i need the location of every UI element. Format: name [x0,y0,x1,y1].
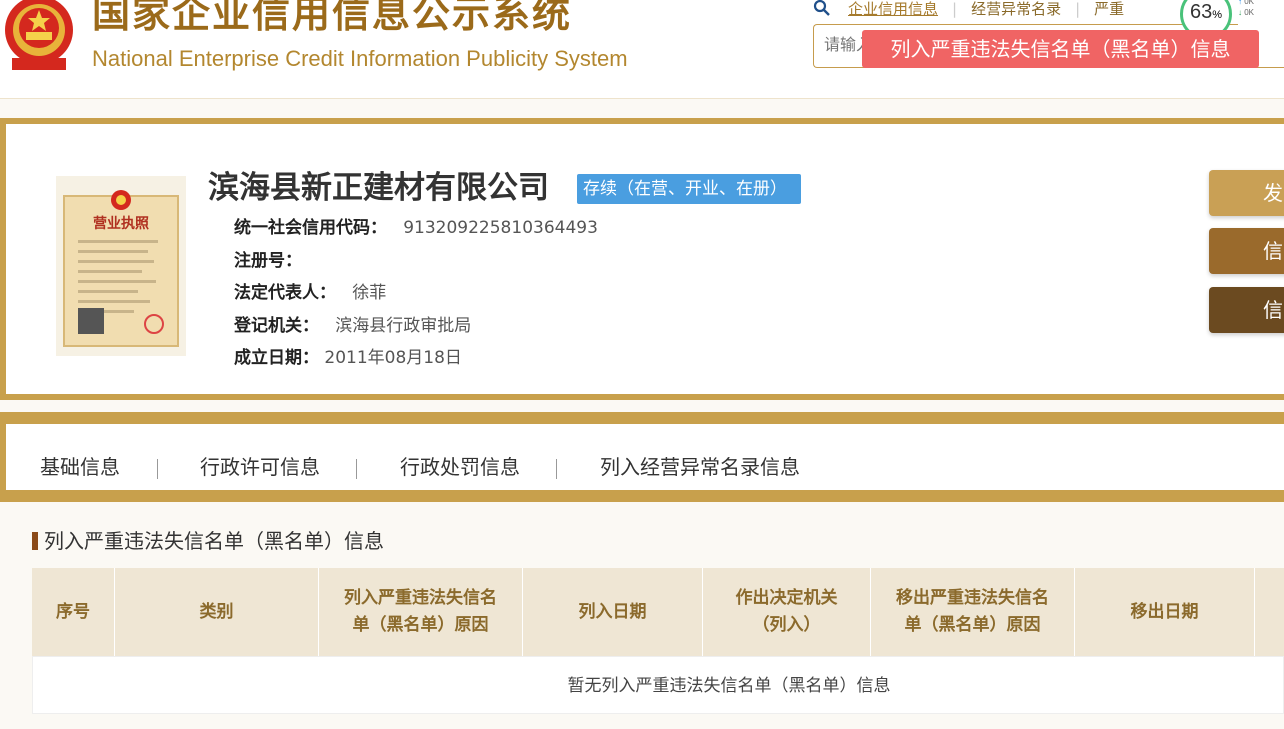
field-est-date: 成立日期： 2011年08月18日 [234,346,462,370]
side-button-info-2[interactable]: 信 [1209,287,1284,333]
field-value: 2011年08月18日 [324,348,462,368]
upload-arrow-icon: ↑ [1238,0,1242,6]
column-header-decision-authority: 作出决定机关（列入） [703,568,871,656]
tab-basic-info[interactable]: 基础信息 [40,452,120,482]
empty-message: 暂无列入严重违法失信名单（黑名单）信息 [567,676,891,696]
side-button-info-1[interactable]: 信 [1209,228,1284,274]
field-reg-authority: 登记机关： 滨海县行政审批局 [234,314,471,338]
column-header-index: 序号 [32,568,115,656]
tab-divider [356,459,357,479]
company-card: 营业执照 滨海县新正建材有限公司 存续（在营、开业、在册） 统一社会信用代码： … [0,118,1284,400]
tab-admin-license[interactable]: 行政许可信息 [200,452,320,482]
link-serious[interactable]: 严重 [1094,0,1124,18]
table-empty-row: 暂无列入严重违法失信名单（黑名单）信息 [32,656,1284,714]
field-label: 法定代表人： [234,283,336,303]
field-label: 统一社会信用代码： [234,218,387,238]
site-title-cn: 国家企业信用信息公示系统 [92,0,573,36]
link-enterprise-credit[interactable]: 企业信用信息 [848,0,938,18]
tabs-underline [6,492,1284,496]
field-label: 注册号： [234,251,302,271]
field-value: 913209225810364493 [403,218,598,238]
column-header-list-reason: 列入严重违法失信名单（黑名单）原因 [319,568,523,656]
national-emblem-icon [5,0,73,70]
column-header-overflow [1255,568,1284,656]
company-name: 滨海县新正建材有限公司 [208,170,549,206]
column-header-remove-reason: 移出严重违法失信名单（黑名单）原因 [871,568,1075,656]
download-arrow-icon: ↓ [1238,8,1242,17]
field-reg-no: 注册号： [234,249,302,273]
business-license-image[interactable]: 营业执照 [56,176,186,356]
side-button-publish[interactable]: 发 [1209,170,1284,216]
field-label: 成立日期： [234,348,319,368]
download-speed: 0K [1244,8,1255,17]
section-marker [32,532,38,550]
field-credit-code: 统一社会信用代码： 913209225810364493 [234,216,598,240]
performance-percent: 63 [1189,1,1213,23]
section-title-text: 列入严重违法失信名单（黑名单）信息 [44,529,384,553]
field-label: 登记机关： [234,316,319,336]
link-divider: | [1075,0,1081,18]
top-nav-links: 企业信用信息 | 经营异常名录 | 严重 [812,0,1124,20]
network-speed: ↑ 0K ↓ 0K [1238,0,1284,26]
site-title-en: National Enterprise Credit Information P… [92,46,628,71]
column-header-remove-date: 移出日期 [1075,568,1255,656]
field-legal-rep: 法定代表人： 徐菲 [234,281,386,305]
tab-blacklist[interactable]: 列入严重违法失信名单（黑名单）信息 [862,30,1259,68]
link-divider: | [952,0,958,18]
column-header-category: 类别 [115,568,319,656]
tab-abnormal-list[interactable]: 列入经营异常名录信息 [600,452,800,482]
company-card-body: 营业执照 滨海县新正建材有限公司 存续（在营、开业、在册） 统一社会信用代码： … [6,124,1284,394]
table-header: 序号 类别 列入严重违法失信名单（黑名单）原因 列入日期 作出决定机关（列入） … [32,568,1284,656]
tabs-bar: 基础信息 行政许可信息 行政处罚信息 列入经营异常名录信息 [6,424,1284,490]
column-header-list-date: 列入日期 [523,568,703,656]
tab-divider [157,459,158,479]
upload-speed: 0K [1244,0,1255,6]
link-abnormal-list[interactable]: 经营异常名录 [971,0,1061,18]
performance-percent-unit: % [1212,9,1223,21]
field-value: 滨海县行政审批局 [335,316,472,336]
section-title: 列入严重违法失信名单（黑名单）信息 [32,526,384,556]
field-value: 徐菲 [352,283,387,303]
license-title: 营业执照 [93,215,149,232]
tab-divider [556,459,557,479]
tab-admin-penalty[interactable]: 行政处罚信息 [400,452,520,482]
tabs-container: 基础信息 行政许可信息 行政处罚信息 列入经营异常名录信息 [0,412,1284,502]
status-badge: 存续（在营、开业、在册） [577,174,801,204]
